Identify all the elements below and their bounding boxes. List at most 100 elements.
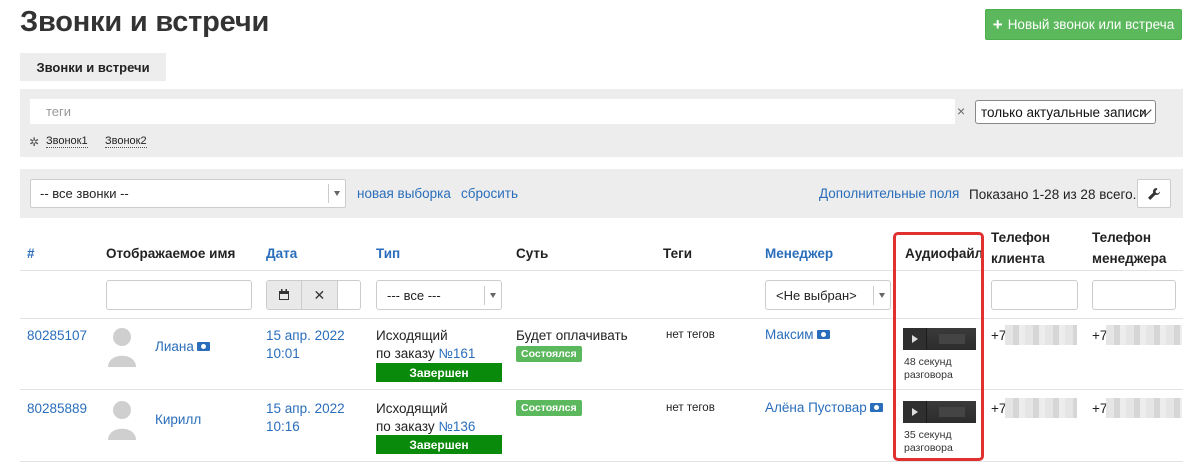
audio-progress[interactable] — [927, 328, 976, 350]
column-header-manager[interactable]: Менеджер — [765, 243, 833, 264]
id-card-icon — [196, 342, 210, 351]
redacted-phone — [1106, 398, 1182, 418]
records-mode-value: только актуальные записи — [981, 104, 1147, 120]
select-divider — [484, 286, 485, 305]
row-type-label: Исходящий — [376, 328, 448, 343]
audio-player[interactable] — [903, 328, 976, 350]
type-filter-select[interactable]: --- все --- — [376, 280, 502, 310]
manager-link[interactable]: Максим — [765, 327, 830, 342]
plus-icon: + — [992, 15, 1003, 34]
row-order-link[interactable]: №136 — [438, 419, 475, 434]
row-date-time: 10:16 — [266, 419, 300, 434]
column-header-name: Отображаемое имя — [106, 246, 236, 261]
contact-name-link[interactable]: Кирилл — [155, 412, 201, 427]
row-order-link[interactable]: №161 — [438, 346, 475, 361]
column-header-essence: Суть — [516, 246, 549, 261]
dropdown-arrow-icon — [334, 191, 340, 196]
date-filter: ✕ — [266, 280, 361, 310]
settings-button[interactable] — [1137, 179, 1171, 208]
tags-input[interactable]: теги — [30, 99, 955, 124]
avatar — [108, 328, 136, 367]
row-date-day: 15 апр. 2022 — [266, 328, 345, 343]
row-type: Исходящий по заказу №136 — [376, 400, 475, 436]
row-type: Исходящий по заказу №161 — [376, 327, 475, 363]
column-header-tags: Теги — [663, 246, 693, 261]
manager-phone-filter-input[interactable] — [1092, 280, 1176, 310]
type-filter-value: --- все --- — [387, 287, 441, 303]
manager-link[interactable]: Алёна Пустовар — [765, 400, 883, 415]
row-id-link[interactable]: 80285889 — [27, 400, 87, 418]
list-toolbar: -- все звонки -- новая выборка сбросить … — [20, 169, 1183, 218]
row-tags: нет тегов — [666, 402, 715, 414]
dropdown-arrow-icon — [879, 293, 885, 298]
column-header-manager-phone-line1: Телефон — [1092, 230, 1152, 245]
contact-name: Кирилл — [155, 412, 202, 427]
select-divider — [328, 184, 329, 203]
select-divider — [873, 286, 874, 305]
avatar — [108, 401, 136, 440]
row-id-link[interactable]: 80285107 — [27, 327, 87, 345]
call-duration-line2: разговора — [904, 442, 953, 454]
manager-filter-select[interactable]: <Не выбран> — [765, 280, 891, 310]
id-card-icon — [816, 330, 830, 339]
manager-filter-value: <Не выбран> — [776, 287, 857, 303]
wrench-icon — [1148, 187, 1160, 200]
calls-select-value: -- все звонки -- — [40, 186, 129, 201]
contact-name-link[interactable]: Лиана — [155, 339, 210, 354]
call-duration-line2: разговора — [904, 369, 953, 381]
row-essence: Будет оплачивать — [516, 328, 628, 343]
dropdown-arrow-icon — [490, 293, 496, 298]
id-card-icon — [869, 403, 883, 412]
new-selection-link[interactable]: новая выборка — [357, 186, 451, 201]
row-date-time: 10:01 — [266, 346, 300, 361]
column-header-client-phone-line2: клиента — [991, 251, 1045, 266]
row-order-prefix: по заказу — [376, 346, 439, 361]
row-date[interactable]: 15 апр. 2022 10:01 — [266, 327, 345, 363]
redacted-phone — [1005, 325, 1077, 345]
column-header-id[interactable]: # — [27, 243, 35, 264]
column-header-client-phone: Телефон клиента — [991, 227, 1050, 269]
play-icon[interactable] — [903, 328, 927, 350]
result-badge: Состоялся — [516, 400, 582, 416]
filter-divider — [20, 318, 1183, 319]
tab-calls-meetings[interactable]: Звонки и встречи — [20, 53, 166, 81]
tag-chip[interactable]: Звонок2 — [105, 135, 147, 148]
date-filter-input[interactable] — [337, 281, 360, 309]
row-date[interactable]: 15 апр. 2022 10:16 — [266, 400, 345, 436]
column-header-manager-phone: Телефон менеджера — [1092, 227, 1166, 269]
reset-link[interactable]: сбросить — [461, 186, 518, 201]
header-divider — [20, 270, 1183, 271]
tag-filter-panel: теги × только актуальные записи ✲ Звонок… — [20, 89, 1183, 157]
audio-progress[interactable] — [927, 401, 976, 423]
call-duration-line1: 35 секунд — [904, 429, 952, 441]
clear-date-icon[interactable]: ✕ — [302, 281, 338, 309]
result-badge: Состоялся — [516, 346, 582, 362]
status-badge: Завершен — [376, 363, 502, 382]
status-badge: Завершен — [376, 435, 502, 454]
client-phone-filter-input[interactable] — [991, 280, 1078, 310]
row-order-prefix: по заказу — [376, 419, 439, 434]
row-date-day: 15 апр. 2022 — [266, 401, 345, 416]
redacted-phone — [1005, 398, 1077, 418]
audio-player[interactable] — [903, 401, 976, 423]
column-header-date[interactable]: Дата — [266, 243, 297, 264]
tag-chip[interactable]: Звонок1 — [46, 135, 88, 148]
gear-icon[interactable]: ✲ — [29, 135, 39, 149]
calendar-icon[interactable] — [267, 281, 303, 309]
play-icon[interactable] — [903, 401, 927, 423]
row-type-label: Исходящий — [376, 401, 448, 416]
extra-fields-link[interactable]: Дополнительные поля — [819, 186, 959, 201]
column-header-client-phone-line1: Телефон — [991, 230, 1051, 245]
calls-select[interactable]: -- все звонки -- — [30, 179, 346, 208]
row-tags: нет тегов — [666, 329, 715, 341]
name-filter-input[interactable] — [106, 280, 252, 310]
new-call-button-label: Новый звонок или встреча — [1007, 17, 1175, 32]
column-header-type[interactable]: Тип — [376, 243, 400, 264]
redacted-phone — [1106, 325, 1182, 345]
records-mode-select[interactable]: только актуальные записи — [975, 100, 1156, 124]
call-duration: 48 секунд разговора — [904, 356, 953, 382]
new-call-button[interactable]: + Новый звонок или встреча — [985, 9, 1182, 40]
row-divider — [20, 389, 1183, 390]
call-duration: 35 секунд разговора — [904, 429, 953, 455]
clear-tags-icon[interactable]: × — [957, 103, 965, 119]
